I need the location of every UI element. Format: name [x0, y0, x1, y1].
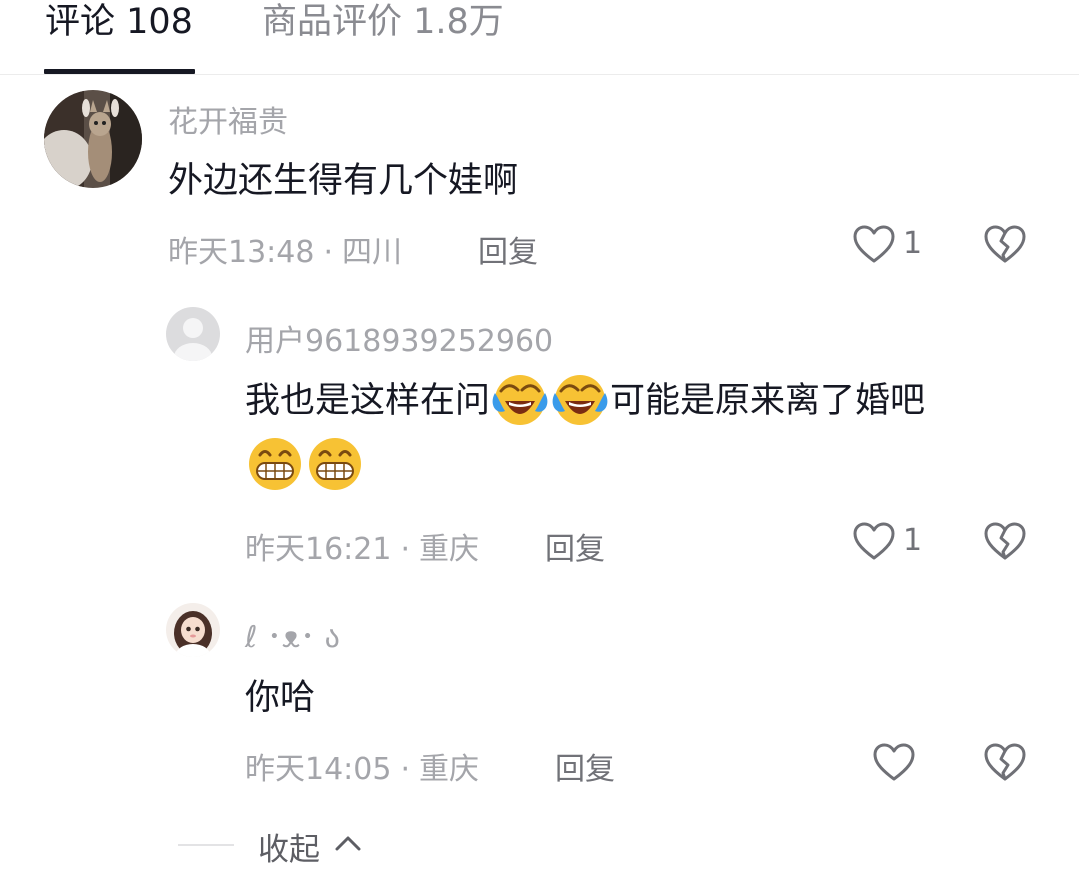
dislike-button[interactable] [982, 222, 1030, 270]
comment-text: 外边还生得有几个娃啊 [168, 161, 519, 201]
heart-icon [853, 225, 895, 263]
comment-text: 我也是这样在问 可能是原来离了婚吧 [245, 368, 1045, 500]
reply-button[interactable]: 回复 [478, 227, 538, 271]
broken-heart-icon [984, 225, 1026, 263]
separator-dot: · [400, 532, 411, 567]
avatar[interactable] [166, 307, 220, 361]
reply-button[interactable]: 回复 [545, 524, 605, 568]
comment-location: 重庆 [419, 532, 480, 567]
separator-dot: · [323, 235, 334, 270]
active-tab-indicator [44, 69, 195, 74]
comment-time: 昨天16:21 [245, 532, 392, 567]
username[interactable]: 用户9618939252960 [245, 316, 553, 360]
crying-laughing-emoji-icon [492, 375, 548, 425]
comment-meta: 昨天14:05 · 重庆 [245, 744, 479, 788]
grinning-emoji-icon [249, 438, 301, 490]
comment-meta: 昨天16:21 · 重庆 [245, 524, 479, 568]
comment-location: 四川 [342, 235, 403, 270]
crying-laughing-emoji-icon [552, 375, 608, 425]
reply-button[interactable]: 回复 [555, 744, 615, 788]
separator-dot: · [400, 752, 411, 787]
heart-icon [873, 743, 915, 781]
comment-time: 昨天14:05 [245, 752, 392, 787]
chevron-up-icon [335, 836, 361, 851]
divider-line [178, 844, 234, 846]
comment-tabs: 评论 108 商品评价 1.8万 [0, 0, 1079, 75]
like-button[interactable] [871, 740, 951, 788]
like-button[interactable]: 1 [851, 222, 931, 270]
tab-comments[interactable]: 评论 108 [45, 0, 193, 74]
comment-text: 你哈 [245, 678, 316, 718]
grinning-emoji-icon [309, 438, 361, 490]
username[interactable]: ℓ ･ᴥ･ ა [245, 612, 340, 656]
broken-heart-icon [984, 743, 1026, 781]
comment-meta: 昨天13:48 · 四川 [168, 227, 402, 271]
heart-icon [853, 522, 895, 560]
dislike-button[interactable] [982, 519, 1030, 567]
username[interactable]: 花开福贵 [168, 97, 288, 141]
comment-text-part: 我也是这样在问 [245, 381, 491, 421]
like-count: 1 [903, 523, 923, 558]
collapse-label: 收起 [258, 832, 320, 868]
dislike-button[interactable] [982, 740, 1030, 788]
broken-heart-icon [984, 522, 1026, 560]
comment-text-part: 可能是原来离了婚吧 [610, 381, 926, 421]
like-button[interactable]: 1 [851, 519, 931, 567]
comment-time: 昨天13:48 [168, 235, 315, 270]
avatar[interactable] [44, 90, 142, 188]
avatar[interactable] [166, 603, 220, 657]
tab-product-reviews[interactable]: 商品评价 1.8万 [262, 0, 504, 74]
like-count: 1 [903, 226, 923, 261]
comment-location: 重庆 [419, 752, 480, 787]
